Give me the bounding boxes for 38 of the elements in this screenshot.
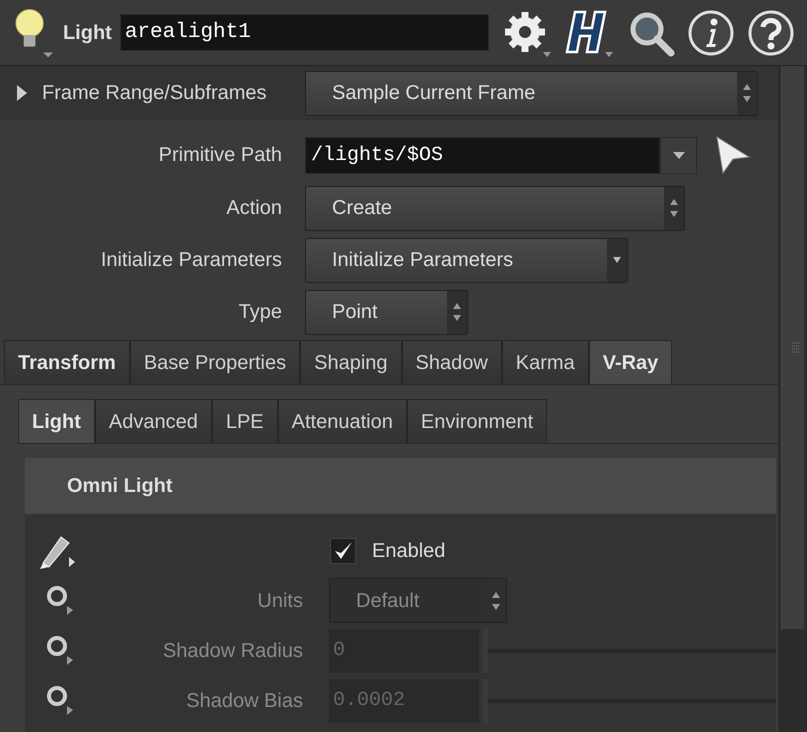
parameter-label: Shadow Bias xyxy=(185,688,304,714)
tab[interactable]: Light xyxy=(18,399,95,443)
parameter-label: Action xyxy=(225,196,282,221)
dropdown-menu[interactable]: Initialize Parameters xyxy=(305,238,628,282)
tab[interactable]: LPE xyxy=(212,399,278,443)
frame-range-toggle[interactable]: Frame Range/Subframes xyxy=(0,78,300,108)
path-field[interactable]: /lights/$OS xyxy=(305,136,660,174)
scrollbar-thumb[interactable] xyxy=(781,66,804,629)
cursor-arrow-icon[interactable] xyxy=(715,135,751,175)
stepper-arrows-icon xyxy=(742,82,752,104)
parameter-label: Type xyxy=(238,300,282,325)
parameter-label: Shadow Radius xyxy=(162,638,304,664)
node-type-label: Light xyxy=(62,20,112,46)
grip-icon xyxy=(792,342,800,354)
node-name-field[interactable]: arealight1 xyxy=(120,14,489,51)
dropdown-menu[interactable]: Sample Current Frame xyxy=(305,70,758,116)
tab[interactable]: Transform xyxy=(4,340,130,384)
tab[interactable]: Advanced xyxy=(94,399,212,443)
tab[interactable]: Karma xyxy=(502,340,589,384)
help-icon[interactable] xyxy=(747,8,795,56)
section-header: Omni Light xyxy=(25,458,776,514)
dropdown-menu[interactable]: Create xyxy=(305,186,685,230)
tab[interactable]: Attenuation xyxy=(278,399,407,443)
stepper-arrows-icon xyxy=(491,590,501,612)
dropdown-menu[interactable]: Point xyxy=(305,290,468,334)
parameter-label: Initialize Parameters xyxy=(100,248,282,273)
caret-icon xyxy=(672,150,684,160)
checkbox[interactable] xyxy=(330,538,356,564)
tab[interactable]: Shaping xyxy=(300,340,402,384)
tab[interactable]: Base Properties xyxy=(130,340,300,384)
path-menu-button[interactable] xyxy=(660,136,697,174)
parameter-label: Units xyxy=(256,588,304,614)
tab[interactable]: Environment xyxy=(406,399,548,443)
info-icon[interactable] xyxy=(687,8,735,56)
tab[interactable]: V-Ray xyxy=(588,340,672,384)
checkbox-label: Enabled xyxy=(372,538,446,564)
tab[interactable]: Shadow xyxy=(402,340,502,384)
parameter-label: Primitive Path xyxy=(158,143,282,168)
